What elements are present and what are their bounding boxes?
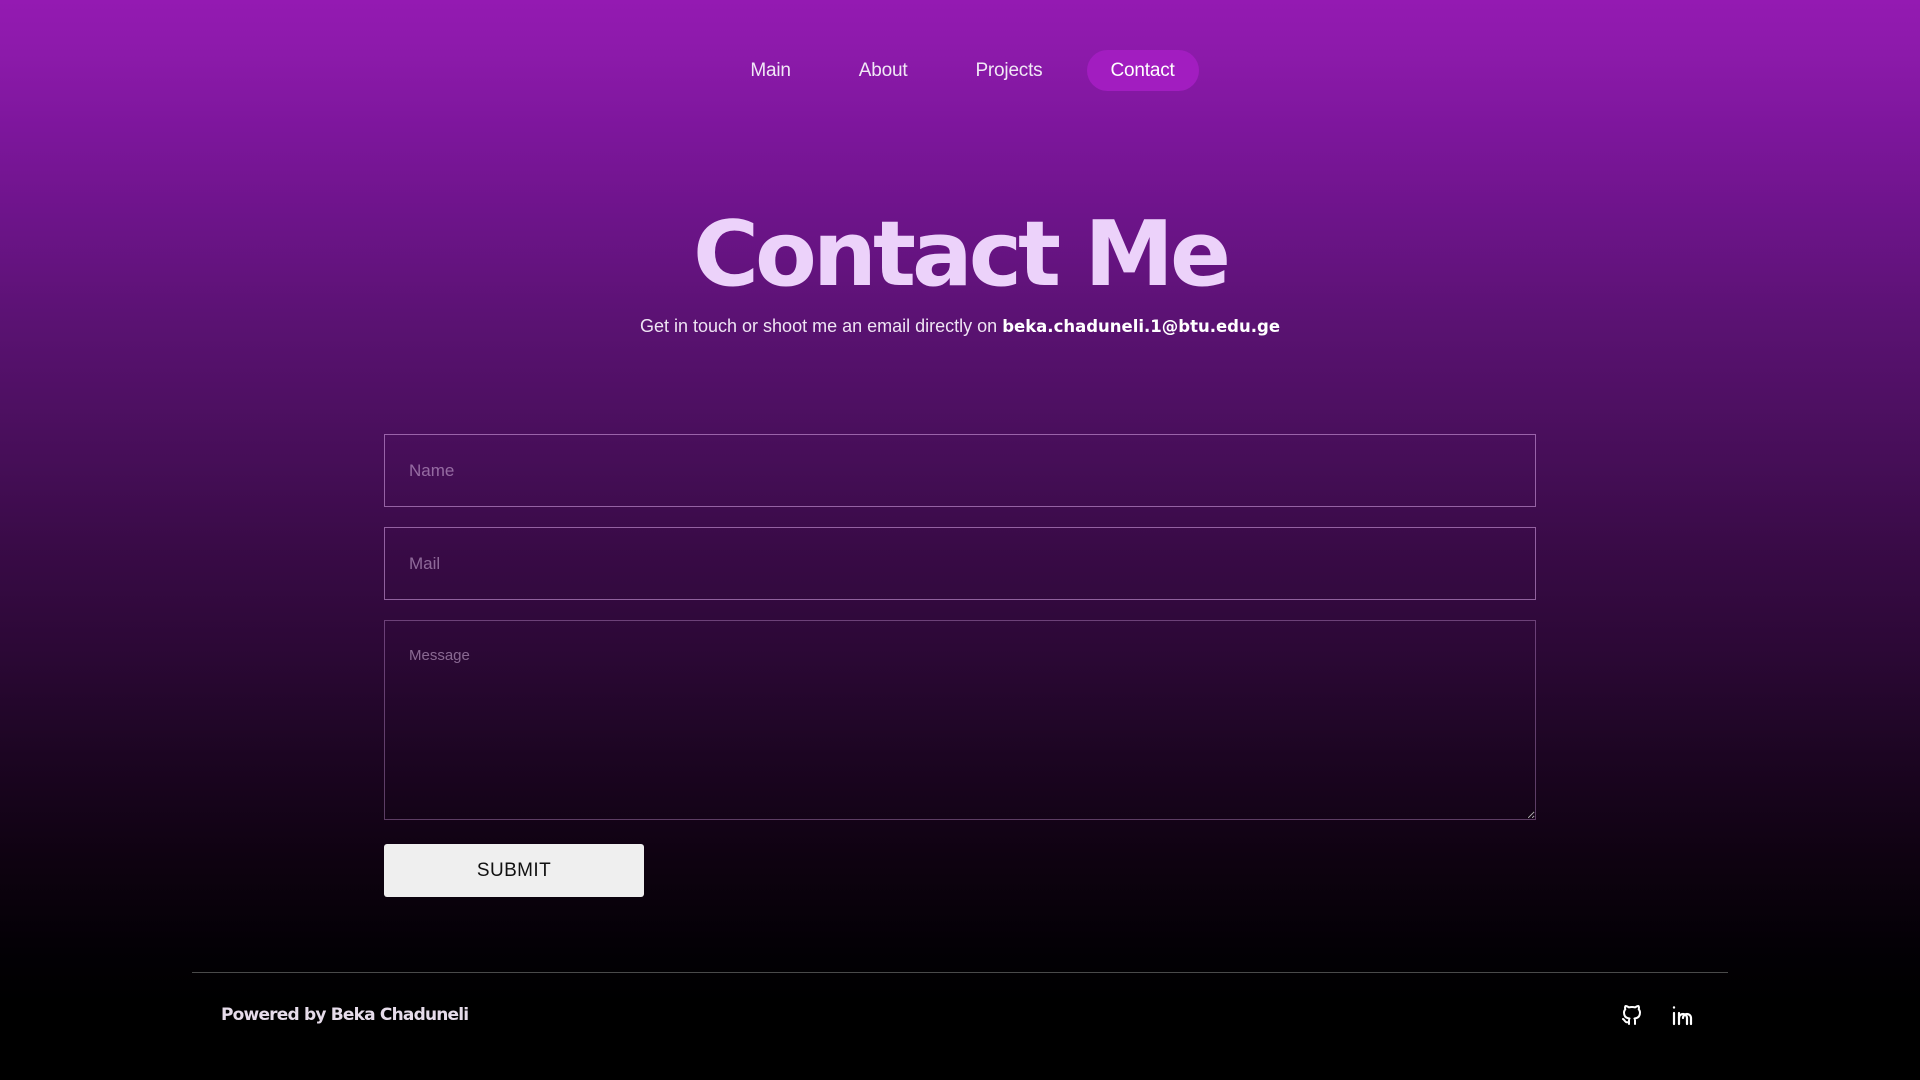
nav-item-projects[interactable]: Projects [951,50,1066,91]
submit-button[interactable]: SUBMIT [384,844,644,897]
github-link[interactable] [1620,1003,1644,1027]
github-icon [1622,1005,1641,1025]
name-input[interactable] [384,434,1536,507]
mail-input[interactable] [384,527,1536,600]
message-textarea[interactable] [384,620,1536,820]
nav-item-about[interactable]: About [835,50,932,91]
nav-items: Main About Projects Contact [726,50,1199,91]
nav-item-contact[interactable]: Contact [1086,50,1199,91]
contact-form: SUBMIT [384,434,1536,897]
subtitle-text: Get in touch or shoot me an email direct… [639,316,998,336]
linkedin-icon [1672,1006,1693,1026]
email-address: beka.chaduneli.1@btu.edu.ge [1002,317,1281,336]
page-subtitle: Get in touch or shoot me an email direct… [0,314,1920,339]
nav-item-main[interactable]: Main [726,50,814,91]
social-links [1620,1003,1694,1027]
page-title: Contact Me [692,202,1231,307]
footer-credit: Powered by Beka Chaduneli [221,1005,469,1025]
linkedin-link[interactable] [1670,1003,1694,1027]
top-navigation: Main About Projects Contact [0,50,1920,91]
footer-divider [192,972,1728,973]
